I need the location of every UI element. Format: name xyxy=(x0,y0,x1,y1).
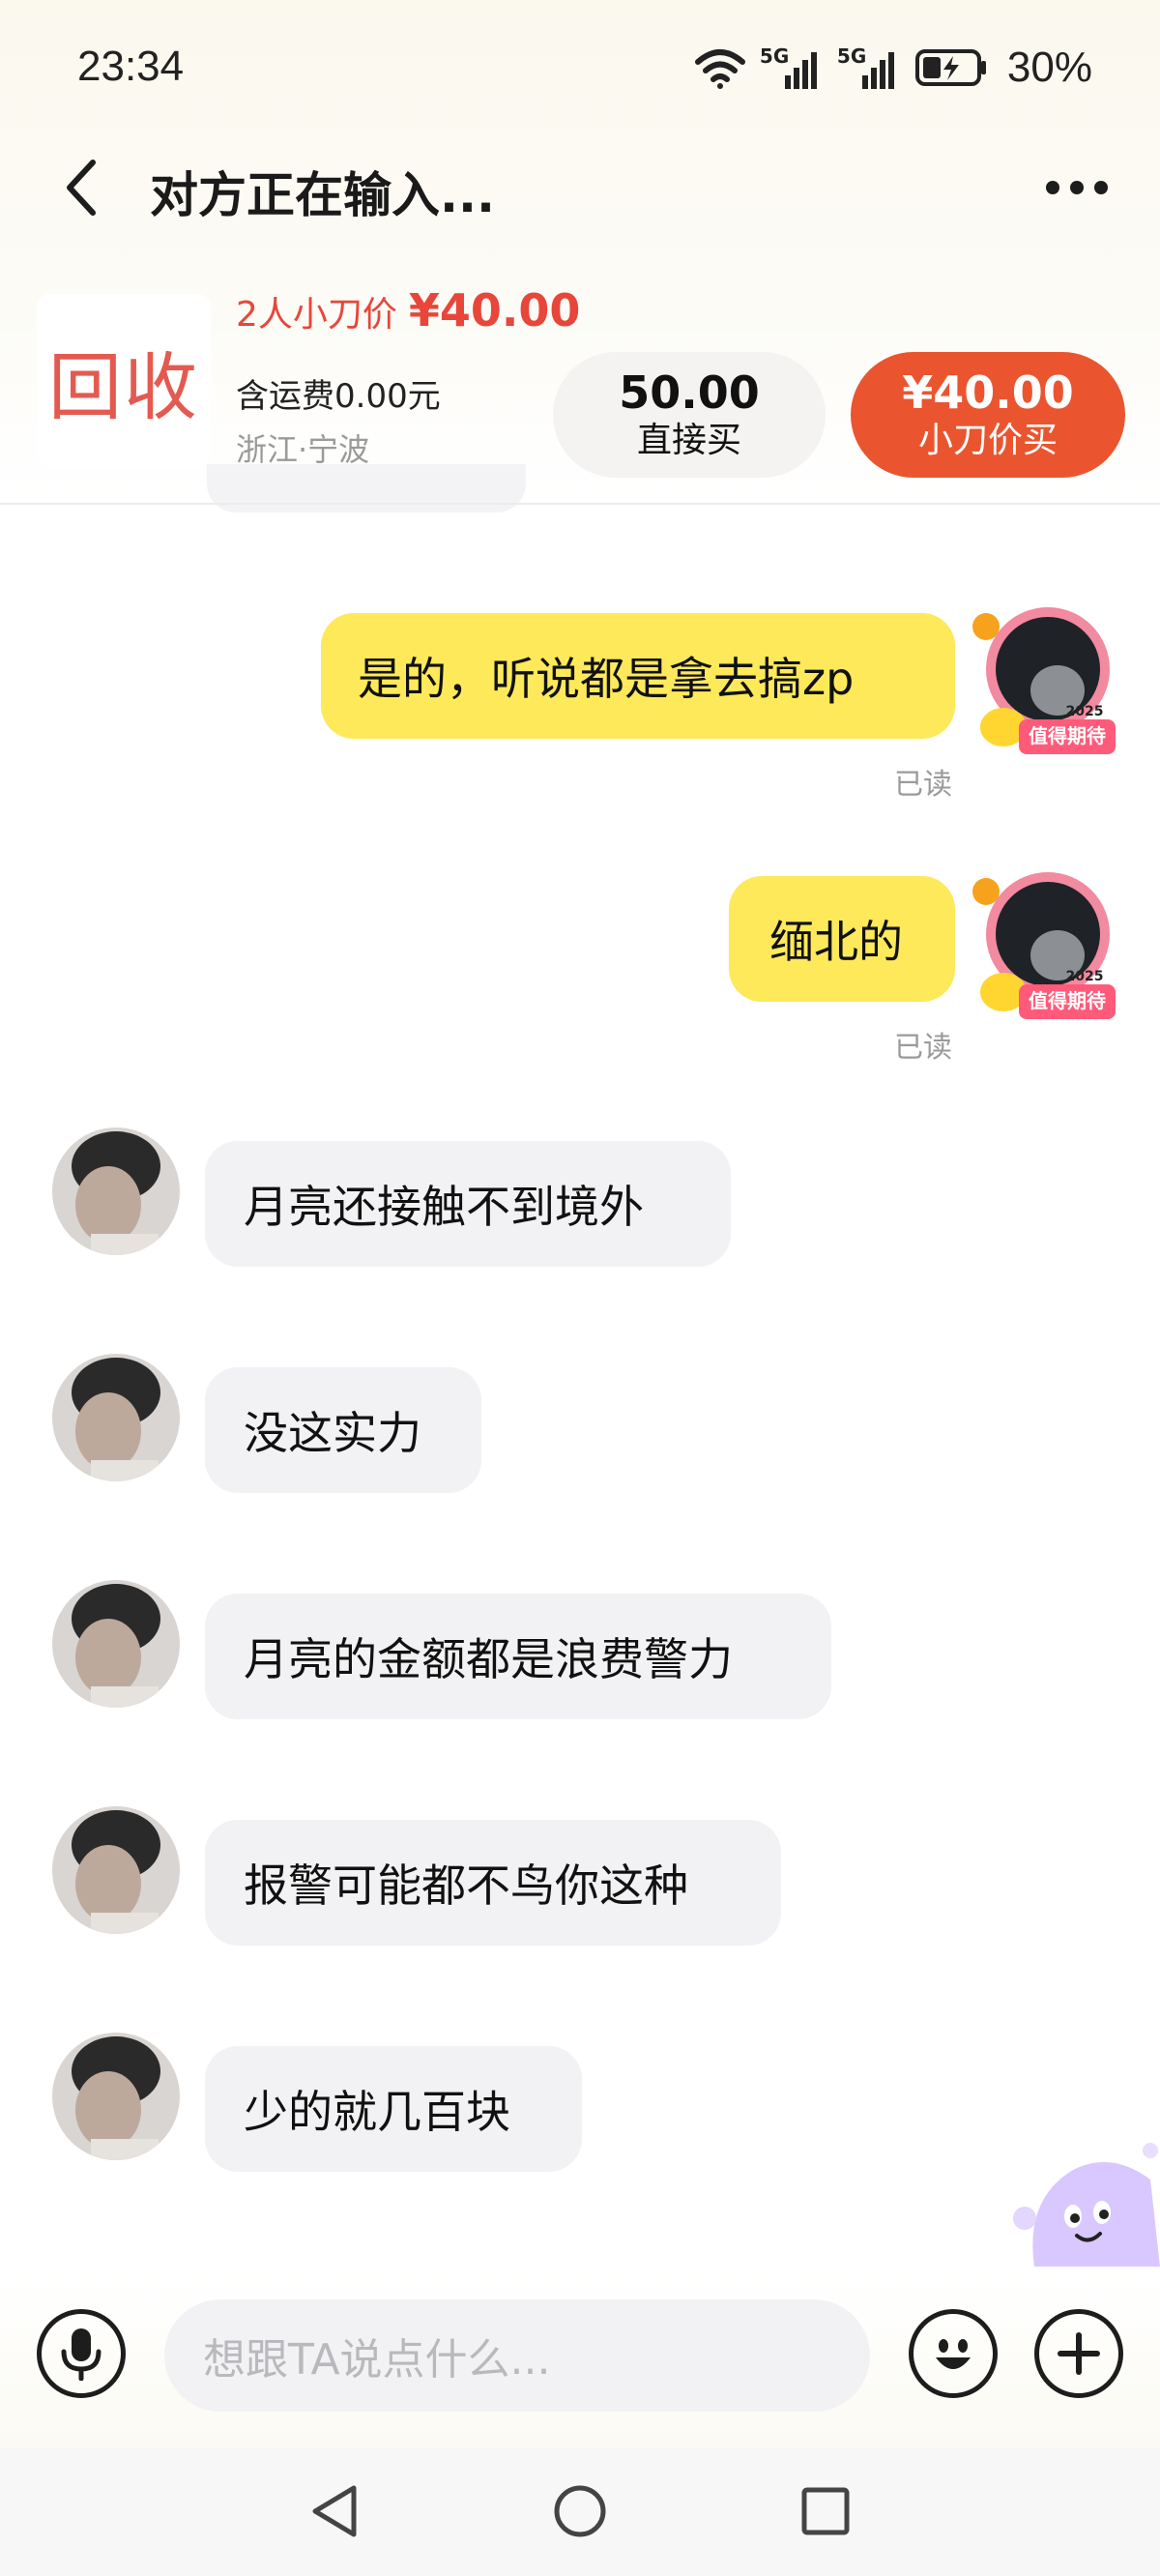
avatar-badge-year: 2025 xyxy=(1066,704,1104,719)
nav-recents-icon xyxy=(801,2487,850,2535)
nav-back-button[interactable] xyxy=(296,2477,373,2545)
battery-percent: 30% xyxy=(1006,44,1092,91)
direct-buy-price: 50.00 xyxy=(619,366,760,419)
more-actions-button[interactable] xyxy=(1034,2309,1123,2398)
status-time: 23:34 xyxy=(77,43,185,90)
avatar[interactable]: 值得期待 2025 xyxy=(971,868,1125,1023)
emoji-icon xyxy=(936,2339,971,2369)
price-label: 2人小刀价 xyxy=(236,295,397,335)
message-bubble-incoming[interactable]: 没这实力 xyxy=(205,1367,481,1493)
signal-5g-icon: 5G xyxy=(837,44,901,91)
avatar[interactable] xyxy=(52,1580,180,1708)
message-text: 缅北的 xyxy=(769,916,903,968)
cut-price-buy-button[interactable]: ¥40.00 小刀价买 xyxy=(851,352,1125,478)
avatar[interactable] xyxy=(52,1806,180,1934)
nav-recents-button[interactable] xyxy=(787,2477,864,2545)
product-thumbnail-text: 回收 xyxy=(48,344,199,430)
nav-back-icon xyxy=(312,2485,357,2537)
avatar-badge-text: 值得期待 xyxy=(1029,724,1106,747)
header-divider xyxy=(0,503,1160,505)
message-input-bar: 想跟TA说点什么... xyxy=(0,2274,1160,2448)
chevron-left-icon xyxy=(67,160,96,216)
product-thumbnail[interactable]: 回收 xyxy=(37,294,211,468)
chat-header: 对方正在输入... xyxy=(0,145,1160,232)
message-bubble-outgoing[interactable]: 缅北的 xyxy=(729,876,955,1002)
message-text: 没这实力 xyxy=(244,1407,421,1459)
message-text: 少的就几百块 xyxy=(244,2086,510,2138)
wifi-icon xyxy=(694,49,745,89)
message-text: 是的，听说都是拿去搞zp xyxy=(358,653,855,705)
voice-button[interactable] xyxy=(37,2309,126,2398)
more-horizontal-icon xyxy=(1046,181,1108,194)
avatar-badge-year: 2025 xyxy=(1066,969,1104,984)
microphone-icon xyxy=(61,2328,102,2381)
avatar[interactable]: 值得期待 2025 xyxy=(971,603,1125,758)
avatar[interactable] xyxy=(52,2033,180,2160)
direct-buy-label: 直接买 xyxy=(636,421,741,460)
plus-icon xyxy=(1058,2332,1100,2375)
battery-charging-icon xyxy=(914,49,986,86)
message-bubble-incoming[interactable]: 月亮还接触不到境外 xyxy=(205,1141,731,1267)
nav-home-icon xyxy=(554,2485,606,2537)
nav-home-button[interactable] xyxy=(541,2477,619,2545)
system-nav-bar xyxy=(0,2448,1160,2576)
avatar-badge-text: 值得期待 xyxy=(1029,989,1106,1012)
avatar[interactable] xyxy=(52,1354,180,1481)
more-button[interactable] xyxy=(1040,159,1114,217)
message-bubble-outgoing[interactable]: 是的，听说都是拿去搞zp xyxy=(321,613,955,739)
status-icons: 5G 5G 30% xyxy=(694,41,1092,95)
emoji-button[interactable] xyxy=(909,2309,998,2398)
cut-buy-label: 小刀价买 xyxy=(917,421,1058,460)
product-card[interactable]: 回收 2人小刀价 ¥40.00 含运费0.00元 浙江·宁波 50.00 直接买… xyxy=(0,280,1160,503)
assistant-mascot-icon[interactable] xyxy=(1005,2141,1160,2267)
message-text: 报警可能都不鸟你这种 xyxy=(244,1859,688,1912)
price-value: ¥40.00 xyxy=(408,284,581,337)
message-bubble-incoming[interactable]: 少的就几百块 xyxy=(205,2046,582,2172)
price-line: 2人小刀价 ¥40.00 xyxy=(236,284,580,337)
cut-buy-price: ¥40.00 xyxy=(902,366,1074,419)
page-title: 对方正在输入... xyxy=(150,167,495,223)
back-button[interactable] xyxy=(50,151,112,224)
direct-buy-button[interactable]: 50.00 直接买 xyxy=(553,352,826,478)
read-status: 已读 xyxy=(894,1031,952,1065)
status-bar: 23:34 5G 5G 30% xyxy=(0,0,1160,135)
read-status: 已读 xyxy=(894,768,952,802)
message-bubble-incoming[interactable]: 月亮的金额都是浪费警力 xyxy=(205,1594,831,1719)
avatar[interactable] xyxy=(52,1127,180,1255)
signal-5g-icon: 5G xyxy=(760,44,824,91)
message-input[interactable]: 想跟TA说点什么... xyxy=(164,2299,870,2412)
message-text: 月亮的金额都是浪费警力 xyxy=(244,1633,733,1685)
message-text: 月亮还接触不到境外 xyxy=(244,1181,644,1233)
shipping-info: 含运费0.00元 xyxy=(236,377,441,416)
scrolled-message-bubble xyxy=(207,464,526,512)
message-bubble-incoming[interactable]: 报警可能都不鸟你这种 xyxy=(205,1820,781,1946)
message-input-placeholder: 想跟TA说点什么... xyxy=(203,2335,551,2385)
